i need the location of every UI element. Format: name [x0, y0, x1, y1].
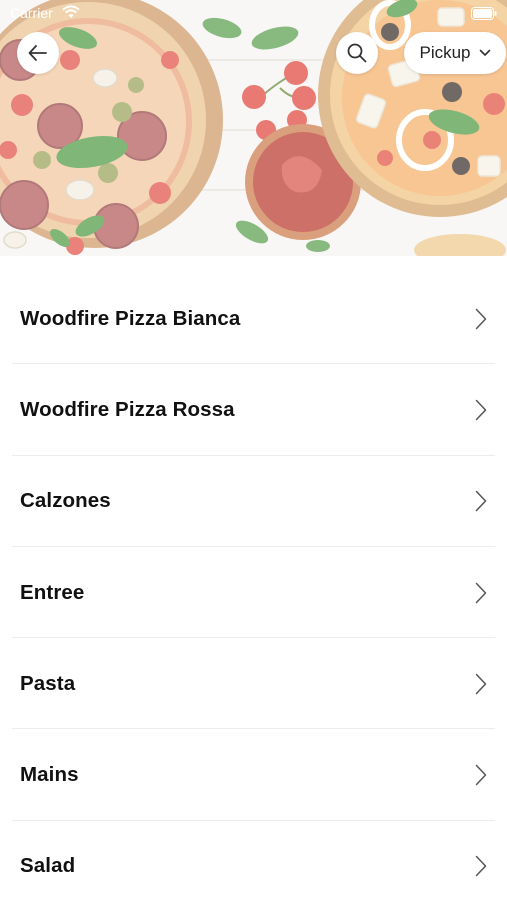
- category-row-woodfire-pizza-bianca[interactable]: Woodfire Pizza Bianca: [0, 273, 507, 365]
- category-label: Woodfire Pizza Rossa: [20, 397, 235, 421]
- category-row-salad[interactable]: Salad: [0, 821, 507, 912]
- category-label: Pasta: [20, 671, 76, 695]
- chevron-right-icon: [475, 308, 487, 329]
- category-label: Mains: [20, 763, 79, 787]
- category-row-calzones[interactable]: Calzones: [0, 456, 507, 548]
- category-row-mains[interactable]: Mains: [0, 729, 507, 822]
- category-row-entree[interactable]: Entree: [0, 547, 507, 639]
- status-bar: Carrier: [0, 0, 507, 28]
- chevron-right-icon: [475, 399, 487, 421]
- pickup-dropdown[interactable]: Pickup: [404, 32, 506, 74]
- chevron-right-icon: [475, 673, 487, 695]
- category-row-pasta[interactable]: Pasta: [0, 638, 507, 730]
- search-button[interactable]: [336, 32, 378, 74]
- arrow-left-icon: [28, 45, 47, 61]
- carrier-label: Carrier: [10, 5, 53, 21]
- wifi-icon: [62, 5, 80, 18]
- back-button[interactable]: [17, 32, 59, 74]
- pickup-label: Pickup: [419, 43, 471, 62]
- search-icon: [347, 43, 367, 63]
- chevron-right-icon: [475, 490, 487, 512]
- category-label: Salad: [20, 854, 76, 878]
- hero-banner: Carrier Pickup: [0, 0, 507, 256]
- category-list: Woodfire Pizza Bianca Woodfire Pizza Ros…: [0, 273, 507, 912]
- chevron-right-icon: [475, 582, 487, 603]
- battery-icon: [471, 7, 497, 20]
- chevron-right-icon: [475, 856, 487, 877]
- category-row-woodfire-pizza-rossa[interactable]: Woodfire Pizza Rossa: [0, 364, 507, 456]
- category-label: Woodfire Pizza Bianca: [20, 306, 241, 330]
- chevron-right-icon: [475, 764, 487, 786]
- category-label: Entree: [20, 580, 85, 604]
- chevron-down-icon: [479, 49, 490, 56]
- category-label: Calzones: [20, 489, 111, 513]
